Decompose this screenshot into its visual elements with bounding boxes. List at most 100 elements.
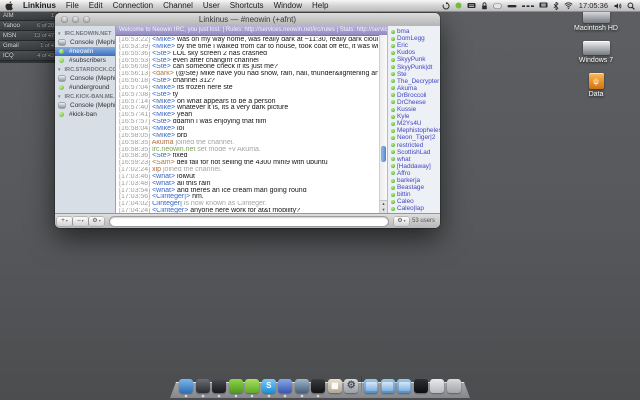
user-item[interactable]: Eric <box>388 42 440 49</box>
message-nick[interactable]: <what> <box>152 174 175 180</box>
message-nick[interactable]: <what> <box>152 188 175 194</box>
message-nick[interactable]: Clinteger| <box>152 201 182 207</box>
user-item[interactable]: Caleo|lap <box>388 205 440 212</box>
message-nick[interactable]: <Ste> <box>152 92 171 98</box>
message-input[interactable] <box>109 216 389 227</box>
contact-group-row[interactable]: ICQ 4 of 43 <box>0 51 57 61</box>
desktop-icon[interactable]: Macintosh HD <box>560 9 632 32</box>
spaces-icon[interactable] <box>522 3 534 9</box>
message-nick[interactable]: Akuma <box>152 140 174 146</box>
dock-item-mail[interactable] <box>295 379 309 393</box>
userlist-gear-button[interactable]: ⚙▾ <box>394 217 409 226</box>
user-item[interactable]: what <box>388 156 440 163</box>
sidebar-row[interactable]: ▼ IRC.KICK-BAN.ME.UK <box>55 92 115 101</box>
dock-item-stack-folder-1[interactable] <box>364 379 378 393</box>
user-item[interactable]: Akuma <box>388 85 440 92</box>
user-item[interactable]: [Haddaway] <box>388 163 440 170</box>
wifi-icon[interactable] <box>564 2 573 9</box>
user-item[interactable]: Kyle <box>388 113 440 120</box>
message-nick[interactable]: <Mike> <box>152 126 175 132</box>
user-item[interactable]: SkyyPunk <box>388 56 440 63</box>
window-title-bar[interactable]: Linkinus — #neowin (+afnt) <box>55 13 440 27</box>
dock-item-system-preferences[interactable]: ⚙ <box>344 379 358 393</box>
user-item[interactable]: Mephistopheles <box>388 127 440 134</box>
message-nick[interactable]: <Mike> <box>152 44 175 50</box>
user-item[interactable]: Ste <box>388 71 440 78</box>
contact-group-row[interactable]: MSN 13 of 47 <box>0 31 57 41</box>
contact-group-row[interactable]: Yahoo 6 of 20 <box>0 21 57 31</box>
message-nick[interactable]: <Sam> <box>152 160 175 166</box>
message-nick[interactable]: <Ste> <box>152 64 171 70</box>
sidebar-row[interactable]: Console (Mephist… <box>55 38 115 47</box>
sidebar-row[interactable]: ▼ IRC.STARDOCK.COM <box>55 65 115 74</box>
message-nick[interactable]: <Mike> <box>152 112 175 118</box>
message-nick[interactable]: <dark> <box>152 71 174 77</box>
message-nick[interactable]: <what> <box>152 181 175 187</box>
dock-item-skype[interactable]: S <box>262 379 276 393</box>
user-item[interactable]: Beastage <box>388 184 440 191</box>
dock-item-terminal[interactable] <box>311 379 325 393</box>
menu-help[interactable]: Help <box>307 0 333 11</box>
message-nick[interactable]: xip <box>152 167 161 173</box>
time-machine-icon[interactable] <box>493 3 502 9</box>
message-nick[interactable]: <Clinteger|> <box>152 194 190 200</box>
displays-icon[interactable] <box>539 2 548 9</box>
action-gear-button[interactable]: ⚙▾ <box>89 217 104 226</box>
user-item[interactable]: DrCheese <box>388 99 440 106</box>
user-item[interactable]: DomLegg <box>388 35 440 42</box>
minimize-button[interactable] <box>72 16 79 23</box>
remove-button[interactable]: –▾ <box>73 217 88 226</box>
contact-group-row[interactable]: Gmail 1 of 4 <box>0 41 57 51</box>
user-item[interactable]: Affro <box>388 170 440 177</box>
sidebar-row[interactable]: #underground <box>55 83 115 92</box>
user-item[interactable]: Kudos <box>388 49 440 56</box>
dock-item-app-blue[interactable] <box>278 379 292 393</box>
sidebar-row[interactable]: #kick-ban <box>55 110 115 119</box>
menu-user[interactable]: User <box>198 0 225 11</box>
dock-item-adium[interactable] <box>229 379 243 393</box>
user-item[interactable]: bittin <box>388 191 440 198</box>
user-item[interactable]: DrBroccoli <box>388 92 440 99</box>
user-item[interactable]: barkerja <box>388 177 440 184</box>
user-item[interactable]: restricted <box>388 142 440 149</box>
bluetooth-icon[interactable] <box>553 2 559 10</box>
sidebar-row[interactable]: #subscribers <box>55 56 115 65</box>
lock-icon[interactable] <box>481 2 488 10</box>
message-nick[interactable]: irc.neowin.net <box>152 147 195 153</box>
message-nick[interactable]: <Mike> <box>152 105 175 111</box>
sidebar-row[interactable]: Console (Mephist… <box>55 74 115 83</box>
add-button[interactable]: +▾ <box>57 217 72 226</box>
contact-group-row[interactable]: AIM 1 <box>0 11 57 21</box>
user-item[interactable]: Caleo <box>388 198 440 205</box>
desktop-icon[interactable]: ψ Data <box>560 73 632 98</box>
user-item[interactable]: bma <box>388 28 440 35</box>
sidebar-row[interactable]: ▼ IRC.NEOWIN.NET <box>55 29 115 38</box>
menu-channel[interactable]: Channel <box>158 0 198 11</box>
sidebar-row[interactable]: #neowin <box>55 47 115 56</box>
sidebar-row[interactable]: Console (Mephist… <box>55 101 115 110</box>
keyboard-icon[interactable] <box>467 2 476 9</box>
close-button[interactable] <box>61 16 68 23</box>
message-nick[interactable]: <Ste> <box>152 58 171 64</box>
message-nick[interactable]: <Ste> <box>152 119 171 125</box>
user-item[interactable]: ScottishLad <box>388 149 440 156</box>
desktop-icon[interactable]: Windows 7 <box>560 41 632 64</box>
dock-item-stack-folder-3[interactable] <box>397 379 411 393</box>
input-menu-icon[interactable] <box>507 3 517 9</box>
message-nick[interactable]: <Mike> <box>152 37 175 43</box>
spotlight-icon[interactable] <box>627 2 635 10</box>
message-nick[interactable]: <Ste> <box>152 51 171 57</box>
user-item[interactable]: M2Ys4U <box>388 120 440 127</box>
user-item[interactable]: Neon_Tiger|2 <box>388 134 440 141</box>
message-nick[interactable]: <Mike> <box>152 85 175 91</box>
dock-item-finder[interactable] <box>179 379 193 393</box>
menu-window[interactable]: Window <box>269 0 307 11</box>
user-item[interactable]: Kussie <box>388 106 440 113</box>
dock-item-app-display[interactable] <box>414 379 428 393</box>
sync-icon[interactable] <box>442 2 450 10</box>
chat-scrollbar[interactable]: ▲ ▼ <box>379 35 387 214</box>
zoom-button[interactable] <box>83 16 90 23</box>
message-nick[interactable]: <Ste> <box>152 78 171 84</box>
dock-item-app-window[interactable] <box>430 379 444 393</box>
volume-icon[interactable] <box>614 2 622 10</box>
